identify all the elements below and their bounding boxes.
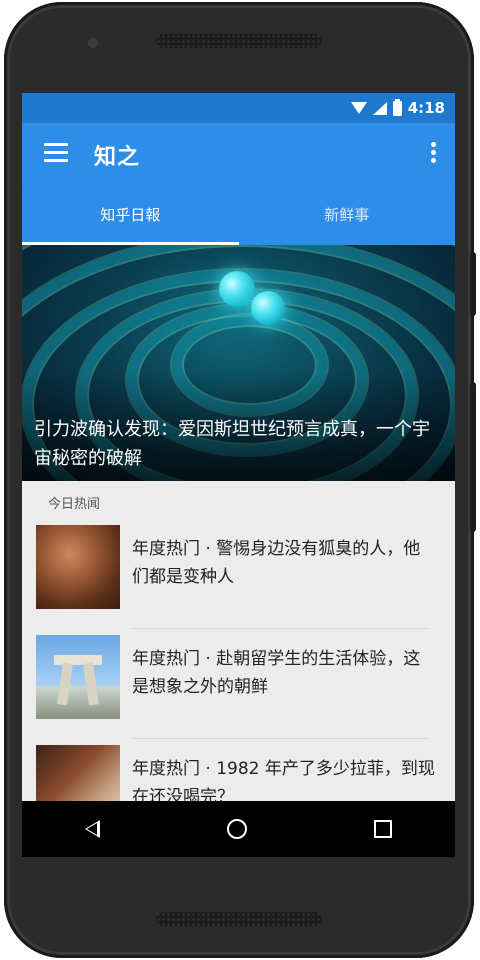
list-item[interactable]: 年度热门 · 赴朝留学生的生活体验，这是想象之外的朝鲜 xyxy=(22,629,455,739)
news-title: 年度热门 · 赴朝留学生的生活体验，这是想象之外的朝鲜 xyxy=(132,649,421,697)
battery-charging-icon xyxy=(392,98,402,116)
volume-button xyxy=(470,252,476,316)
recent-apps-icon[interactable] xyxy=(373,820,392,838)
status-time: 4:18 xyxy=(407,99,445,117)
status-bar: 4:18 xyxy=(22,93,455,123)
tab-label: 知乎日報 xyxy=(100,206,161,224)
signal-icon xyxy=(372,101,387,115)
more-vertical-icon[interactable] xyxy=(431,142,437,164)
power-button xyxy=(470,382,476,532)
hero-title: 引力波确认发现：爱因斯坦世纪预言成真，一个宇宙秘密的破解 xyxy=(34,419,430,469)
tab-bar: 知乎日報 新鲜事 xyxy=(22,185,455,245)
black-hole-left xyxy=(219,271,255,307)
news-thumbnail xyxy=(36,525,120,609)
hamburger-menu-icon[interactable] xyxy=(44,143,68,163)
section-title: 今日热闻 xyxy=(48,497,101,512)
black-hole-right xyxy=(251,291,285,325)
wifi-icon xyxy=(350,102,367,114)
news-thumbnail xyxy=(36,635,120,719)
list-item[interactable]: 年度热门 · 警惕身边没有狐臭的人，他们都是变种人 xyxy=(22,519,455,629)
home-icon[interactable] xyxy=(226,819,247,839)
app-title: 知之 xyxy=(94,145,141,170)
back-icon[interactable] xyxy=(85,820,101,838)
tab-fresh[interactable]: 新鲜事 xyxy=(239,185,456,245)
app-screen: 4:18 知之 知乎日報 新鲜事 引力波确认发现：爱因斯坦世纪预言成真，一个宇宙… xyxy=(22,93,455,857)
top-speaker xyxy=(156,34,322,48)
hero-banner[interactable]: 引力波确认发现：爱因斯坦世纪预言成真，一个宇宙秘密的破解 xyxy=(22,245,455,481)
bottom-speaker xyxy=(156,912,322,926)
tab-zhihu-daily[interactable]: 知乎日報 xyxy=(22,185,239,245)
front-camera xyxy=(88,38,98,48)
tab-label: 新鲜事 xyxy=(324,206,370,224)
app-bar: 知之 xyxy=(22,123,455,185)
news-title: 年度热门 · 警惕身边没有狐臭的人，他们都是变种人 xyxy=(132,539,421,587)
system-nav-bar xyxy=(22,801,455,857)
